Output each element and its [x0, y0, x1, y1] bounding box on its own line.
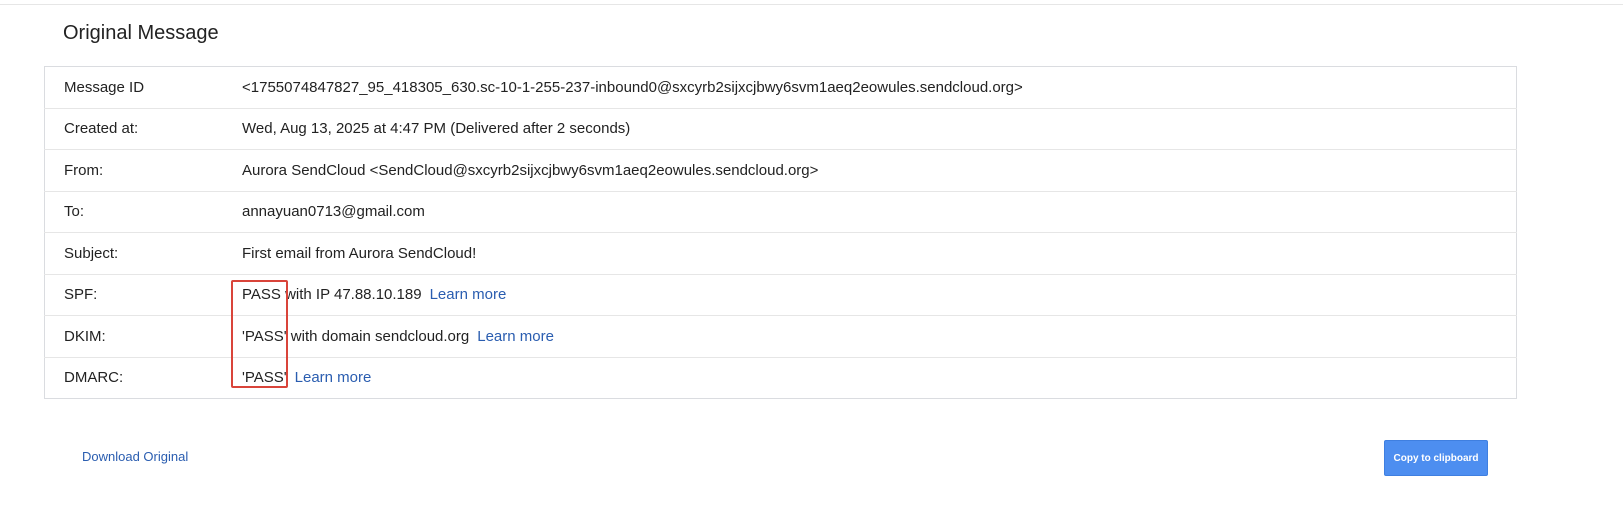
dmarc-value: 'PASS'	[242, 369, 287, 387]
from-value: Aurora SendCloud <SendCloud@sxcyrb2sijxc…	[242, 149, 1517, 192]
spf-learn-more-link[interactable]: Learn more	[430, 286, 507, 303]
dkim-cell: 'PASS' with domain sendcloud.org Learn mo…	[242, 315, 1517, 358]
to-value: annayuan0713@gmail.com	[242, 191, 1517, 233]
subject-label: Subject:	[44, 232, 242, 275]
row-to: To: annayuan0713@gmail.com	[44, 191, 1517, 233]
to-label: To:	[44, 191, 242, 233]
row-created-at: Created at: Wed, Aug 13, 2025 at 4:47 PM…	[44, 108, 1517, 150]
download-original-link[interactable]: Download Original	[82, 449, 188, 464]
copy-to-clipboard-button[interactable]: Copy to clipboard	[1384, 440, 1488, 476]
dmarc-label: DMARC:	[64, 369, 124, 387]
spf-label: SPF:	[44, 274, 242, 316]
spf-value: PASS with IP 47.88.10.189	[242, 286, 422, 304]
dmarc-cell: 'PASS' Learn more	[242, 357, 1517, 399]
from-label: From:	[44, 149, 242, 192]
dkim-learn-more-link[interactable]: Learn more	[477, 328, 554, 345]
row-subject: Subject: First email from Aurora SendClo…	[44, 232, 1517, 275]
row-from: From: Aurora SendCloud <SendCloud@sxcyrb…	[44, 149, 1517, 192]
message-headers-table: Message ID <1755074847827_95_418305_630.…	[44, 66, 1517, 399]
subject-value: First email from Aurora SendCloud!	[242, 232, 1517, 275]
dkim-label: DKIM:	[44, 315, 242, 358]
created-at-label: Created at:	[44, 108, 242, 150]
dkim-value: 'PASS' with domain sendcloud.org	[242, 327, 470, 345]
message-id-value: <1755074847827_95_418305_630.sc-10-1-255…	[242, 66, 1517, 109]
created-at-value: Wed, Aug 13, 2025 at 4:47 PM (Delivered …	[242, 108, 1517, 150]
row-dkim: DKIM: 'PASS' with domain sendcloud.org Le…	[44, 315, 1517, 358]
row-message-id: Message ID <1755074847827_95_418305_630.…	[44, 66, 1517, 109]
row-dmarc: DMARC: 'PASS' Learn more	[45, 357, 1517, 399]
spf-cell: PASS with IP 47.88.10.189 Learn more	[242, 274, 1517, 316]
top-divider	[0, 4, 1623, 5]
row-spf: SPF: PASS with IP 47.88.10.189 Learn more	[44, 274, 1517, 316]
message-id-label: Message ID	[44, 66, 242, 109]
dmarc-learn-more-link[interactable]: Learn more	[295, 369, 372, 386]
page-title: Original Message	[63, 22, 219, 44]
